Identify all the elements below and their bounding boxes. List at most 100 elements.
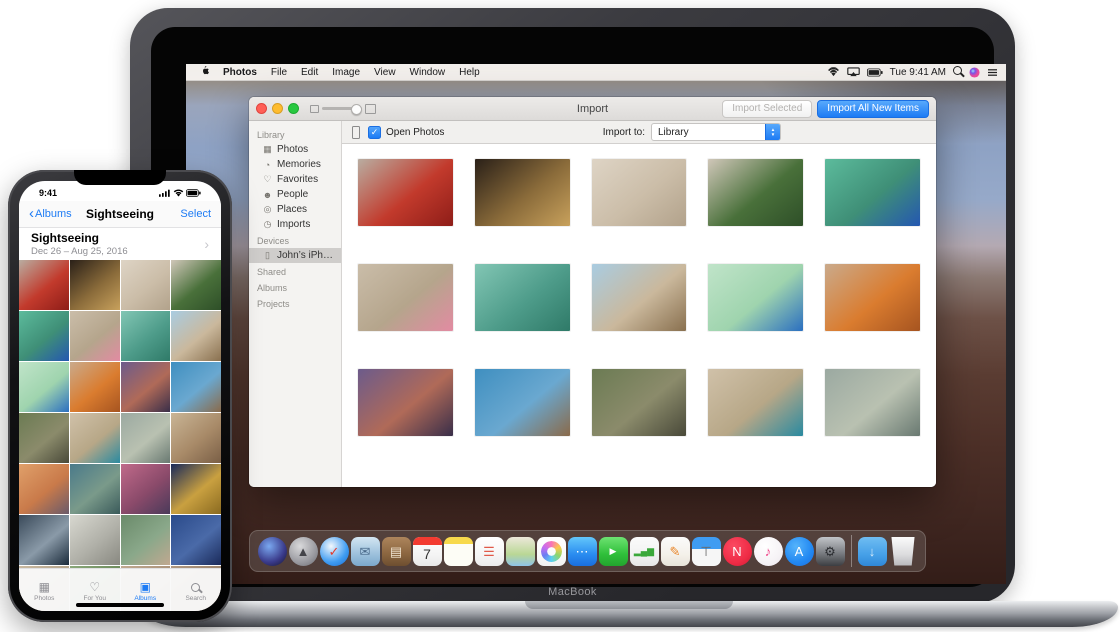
- calendar-icon[interactable]: 7: [413, 537, 442, 566]
- sidebar-item-label: People: [277, 189, 308, 200]
- reminders-icon[interactable]: ☰: [475, 537, 504, 566]
- slider-track[interactable]: [322, 107, 362, 110]
- apple-menu-icon[interactable]: [194, 65, 216, 79]
- notification-list-icon[interactable]: [987, 68, 998, 77]
- photos-icon[interactable]: [537, 537, 566, 566]
- pages-icon[interactable]: ✎: [661, 537, 690, 566]
- tab-photos[interactable]: ▦Photos: [19, 569, 70, 611]
- photo-blue-car-mint-wall[interactable]: [708, 264, 803, 331]
- thumb-teal-colonial-facade[interactable]: [121, 311, 171, 361]
- menu-item-edit[interactable]: Edit: [294, 67, 325, 78]
- menu-item-view[interactable]: View: [367, 67, 403, 78]
- facetime-icon[interactable]: ▶: [599, 537, 628, 566]
- system-preferences-icon[interactable]: ⚙: [816, 537, 845, 566]
- thumb-woman-green-door[interactable]: [121, 515, 171, 565]
- photo-blue-car-green-facade[interactable]: [825, 159, 920, 226]
- home-indicator[interactable]: [76, 603, 164, 607]
- thumb-glass-dome-ceiling[interactable]: [19, 515, 69, 565]
- open-photos-checkbox[interactable]: ✓: [368, 126, 381, 139]
- chevron-left-icon: ‹: [29, 209, 34, 219]
- thumb-vintage-sign[interactable]: [19, 413, 69, 463]
- keynote-icon[interactable]: ⊤: [692, 537, 721, 566]
- thumb-street-dome-view[interactable]: [121, 413, 171, 463]
- thumb-blue-car-stone-alley[interactable]: [70, 413, 120, 463]
- menu-bar-clock[interactable]: Tue 9:41 AM: [890, 67, 946, 78]
- tab-search[interactable]: Search: [171, 569, 222, 611]
- thumb-bridge-sunset[interactable]: [121, 464, 171, 514]
- import-destination-dropdown[interactable]: Library ▲▼: [651, 123, 781, 141]
- album-header-row[interactable]: Sightseeing Dec 26 – Aug 25, 2016 ›: [19, 227, 221, 260]
- menu-item-image[interactable]: Image: [325, 67, 367, 78]
- menu-item-help[interactable]: Help: [452, 67, 487, 78]
- photo-horse-cart-blue-house[interactable]: [592, 264, 687, 331]
- sidebar-item-imports[interactable]: ◷Imports: [249, 217, 341, 232]
- photo-night-grand-building[interactable]: [475, 159, 570, 226]
- downloads-folder-icon[interactable]: ↓: [858, 537, 887, 566]
- album-date-range: Dec 26 – Aug 25, 2016: [31, 246, 128, 257]
- thumb-people-blue-light[interactable]: [171, 515, 221, 565]
- thumb-golden-star-lights[interactable]: [171, 464, 221, 514]
- messages-icon[interactable]: ⋯: [568, 537, 597, 566]
- news-icon[interactable]: N: [723, 537, 752, 566]
- thumb-sunset-hills[interactable]: [121, 362, 171, 412]
- sidebar-item-favorites[interactable]: ♡Favorites: [249, 172, 341, 187]
- photo-orange-truck-alley[interactable]: [825, 264, 920, 331]
- safari-icon[interactable]: ✓: [320, 537, 349, 566]
- photo-street-dome-view[interactable]: [825, 369, 920, 436]
- thumb-street-with-people[interactable]: [171, 413, 221, 463]
- notes-icon[interactable]: [444, 537, 473, 566]
- thumb-horse-cart-blue-house[interactable]: [171, 311, 221, 361]
- back-to-albums-button[interactable]: ‹ Albums: [29, 208, 72, 220]
- photo-green-truck-colonnade[interactable]: [708, 159, 803, 226]
- photo-blue-car-stone-alley[interactable]: [708, 369, 803, 436]
- zoom-button[interactable]: [288, 103, 299, 114]
- select-button[interactable]: Select: [180, 208, 211, 220]
- sidebar-item-memories[interactable]: ◔Memories: [249, 157, 341, 172]
- thumb-orange-truck-alley[interactable]: [70, 362, 120, 412]
- itunes-icon[interactable]: ♪: [754, 537, 783, 566]
- numbers-icon[interactable]: ▂▄▆: [630, 537, 659, 566]
- photo-pink-car-arches[interactable]: [358, 264, 453, 331]
- photo-white-doorway[interactable]: [592, 159, 687, 226]
- menu-item-file[interactable]: File: [264, 67, 294, 78]
- photo-red-classic-car[interactable]: [358, 159, 453, 226]
- photo-sunset-hills[interactable]: [358, 369, 453, 436]
- thumb-sea-cliffs[interactable]: [70, 464, 120, 514]
- minimize-button[interactable]: [272, 103, 283, 114]
- contacts-icon[interactable]: ▤: [382, 537, 411, 566]
- thumb-blue-car-mint-wall[interactable]: [19, 362, 69, 412]
- siri-icon[interactable]: [258, 537, 287, 566]
- sidebar-item-john-s-iph-[interactable]: ▯John’s iPh…: [249, 248, 341, 263]
- close-button[interactable]: [256, 103, 267, 114]
- menu-item-app-name[interactable]: Photos: [216, 67, 264, 78]
- thumb-coastal-sunset[interactable]: [19, 464, 69, 514]
- mail-icon[interactable]: ✉: [351, 537, 380, 566]
- menu-item-window[interactable]: Window: [403, 67, 453, 78]
- thumb-blue-car-green-facade[interactable]: [19, 311, 69, 361]
- sidebar-item-people[interactable]: ☻People: [249, 187, 341, 202]
- maps-icon[interactable]: [506, 537, 535, 566]
- for-you-tab-icon: ♡: [89, 581, 100, 594]
- photo-donkey-cart-blue-wall[interactable]: [475, 369, 570, 436]
- thumb-pink-car-arches[interactable]: [70, 311, 120, 361]
- thumb-night-grand-building[interactable]: [70, 260, 120, 310]
- thumbnail-size-slider[interactable]: [310, 104, 376, 114]
- thumb-donkey-cart-blue-wall[interactable]: [171, 362, 221, 412]
- thumb-green-truck-colonnade[interactable]: [171, 260, 221, 310]
- photo-teal-colonial-facade[interactable]: [475, 264, 570, 331]
- import-all-button[interactable]: Import All New Items: [817, 100, 929, 118]
- sidebar-item-places[interactable]: ◎Places: [249, 202, 341, 217]
- siri-icon[interactable]: [969, 67, 980, 78]
- app-store-icon[interactable]: A: [785, 537, 814, 566]
- trash-icon[interactable]: [889, 537, 918, 566]
- thumb-red-classic-car[interactable]: [19, 260, 69, 310]
- spotlight-search-icon[interactable]: [953, 66, 962, 78]
- window-titlebar[interactable]: Import Import Selected Import All New It…: [249, 97, 936, 121]
- sidebar-item-photos[interactable]: ▦Photos: [249, 142, 341, 157]
- slider-knob[interactable]: [351, 104, 362, 115]
- thumb-white-doorway[interactable]: [121, 260, 171, 310]
- import-selected-button[interactable]: Import Selected: [722, 100, 812, 118]
- launchpad-icon[interactable]: ▲: [289, 537, 318, 566]
- thumb-boardwalk-steps[interactable]: [70, 515, 120, 565]
- photo-vintage-sign[interactable]: [592, 369, 687, 436]
